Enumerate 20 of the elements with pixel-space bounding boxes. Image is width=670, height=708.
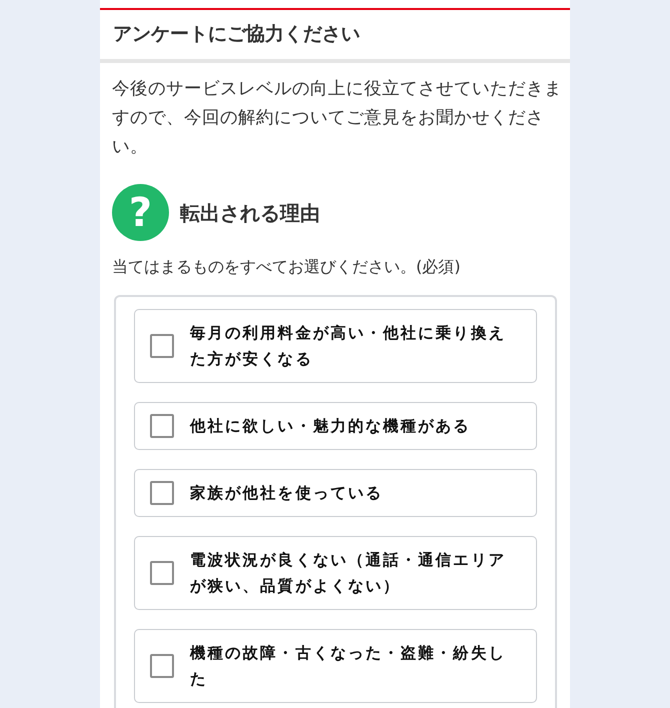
option-row[interactable]: 電波状況が良くない（通話・通信エリアが狭い、品質がよくない） (134, 536, 537, 610)
question-icon: ? (112, 184, 169, 241)
intro-text: 今後のサービスレベルの向上に役立てさせていただきますので、今回の解約についてご意見をお聞かせください。 (112, 78, 563, 159)
checkbox[interactable] (150, 561, 174, 585)
checkbox[interactable] (150, 334, 174, 358)
option-label: 他社に欲しい・魅力的な機種がある (190, 416, 472, 437)
instruction-text: 当てはまるものをすべてお選びください。(必須) (112, 256, 462, 278)
option-row[interactable]: 他社に欲しい・魅力的な機種がある (134, 402, 537, 450)
page-title: アンケートにご協力ください (113, 22, 360, 48)
checkbox[interactable] (150, 414, 174, 438)
option-label: 機種の故障・古くなった・盗難・紛失した (190, 643, 507, 690)
option-row[interactable]: 家族が他社を使っている (134, 469, 537, 517)
checkbox[interactable] (150, 481, 174, 505)
section-heading: 転出される理由 (180, 200, 320, 226)
option-label: 毎月の利用料金が高い・他社に乗り換えた方が安くなる (190, 323, 507, 370)
option-label: 家族が他社を使っている (190, 483, 384, 504)
option-row[interactable]: 機種の故障・古くなった・盗難・紛失した (134, 629, 537, 703)
checkbox[interactable] (150, 654, 174, 678)
option-row[interactable]: 毎月の利用料金が高い・他社に乗り換えた方が安くなる (134, 309, 537, 383)
option-label: 電波状況が良くない（通話・通信エリアが狭い、品質がよくない） (190, 550, 507, 597)
